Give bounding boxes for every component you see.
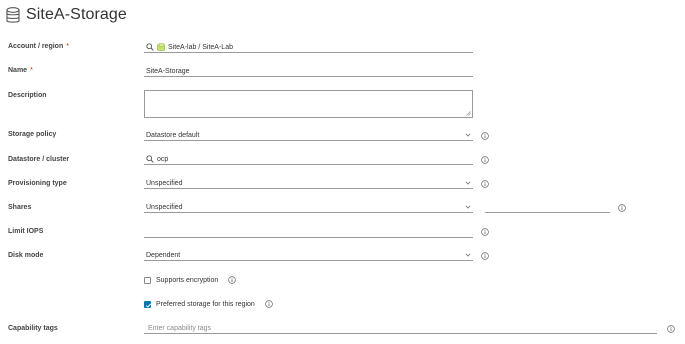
info-icon[interactable] bbox=[481, 156, 489, 164]
account-region-value: SiteA-lab / SiteA-Lab bbox=[168, 43, 233, 51]
chevron-down-icon bbox=[465, 205, 471, 209]
supports-encryption-label: Supports encryption bbox=[156, 276, 219, 284]
description-textarea[interactable] bbox=[144, 90, 473, 118]
provisioning-type-label: Provisioning type bbox=[8, 180, 67, 187]
account-region-field[interactable]: SiteA-lab / SiteA-Lab bbox=[144, 42, 473, 53]
shares-label: Shares bbox=[8, 204, 32, 211]
datastore-value: ocp bbox=[157, 155, 169, 163]
disk-mode-label: Disk mode bbox=[8, 252, 44, 259]
account-region-label: Account / region * bbox=[8, 43, 69, 50]
name-label: Name * bbox=[8, 67, 33, 74]
info-icon[interactable] bbox=[265, 300, 273, 308]
shares-value-input[interactable] bbox=[485, 202, 610, 213]
name-value: SiteA-Storage bbox=[146, 67, 190, 75]
info-icon[interactable] bbox=[618, 204, 626, 212]
datastore-field[interactable]: ocp bbox=[144, 154, 473, 165]
project-folder-icon bbox=[157, 43, 165, 51]
page-header: SiteA-Storage bbox=[6, 4, 127, 26]
limit-iops-field[interactable] bbox=[144, 227, 473, 238]
chevron-down-icon bbox=[465, 253, 471, 257]
database-icon bbox=[6, 6, 20, 23]
info-icon[interactable] bbox=[481, 180, 489, 188]
storage-policy-select[interactable]: Datastore default bbox=[144, 130, 473, 141]
description-label: Description bbox=[8, 92, 47, 99]
provisioning-type-select[interactable]: Unspecified bbox=[144, 178, 473, 189]
name-field[interactable]: SiteA-Storage bbox=[144, 66, 473, 77]
resize-grip-icon[interactable] bbox=[466, 111, 471, 116]
preferred-storage-row[interactable]: Preferred storage for this region bbox=[144, 300, 273, 308]
info-icon[interactable] bbox=[481, 132, 489, 140]
search-icon bbox=[146, 43, 154, 51]
chevron-down-icon bbox=[465, 133, 471, 137]
checkmark-icon bbox=[145, 303, 152, 308]
chevron-down-icon bbox=[465, 181, 471, 185]
shares-value: Unspecified bbox=[146, 203, 183, 211]
info-icon[interactable] bbox=[481, 228, 489, 236]
storage-policy-label: Storage policy bbox=[8, 131, 57, 138]
shares-select[interactable]: Unspecified bbox=[144, 202, 473, 213]
info-icon[interactable] bbox=[228, 276, 237, 284]
disk-mode-select[interactable]: Dependent bbox=[144, 250, 473, 261]
capability-tags-placeholder: Enter capability tags bbox=[148, 324, 212, 332]
disk-mode-value: Dependent bbox=[146, 251, 181, 259]
provisioning-type-value: Unspecified bbox=[146, 179, 183, 187]
search-icon bbox=[146, 155, 154, 163]
datastore-label: Datastore / cluster bbox=[8, 156, 70, 163]
info-icon[interactable] bbox=[667, 325, 675, 333]
supports-encryption-row[interactable]: Supports encryption bbox=[144, 276, 237, 284]
capability-tags-input[interactable]: Enter capability tags bbox=[144, 323, 657, 334]
storage-policy-value: Datastore default bbox=[146, 131, 200, 139]
preferred-storage-checkbox[interactable] bbox=[144, 300, 152, 308]
info-icon[interactable] bbox=[481, 252, 489, 260]
limit-iops-label: Limit IOPS bbox=[8, 228, 44, 235]
page-title: SiteA-Storage bbox=[26, 6, 127, 23]
capability-tags-label: Capability tags bbox=[8, 325, 58, 332]
preferred-storage-label: Preferred storage for this region bbox=[156, 300, 255, 308]
supports-encryption-checkbox[interactable] bbox=[144, 276, 151, 284]
